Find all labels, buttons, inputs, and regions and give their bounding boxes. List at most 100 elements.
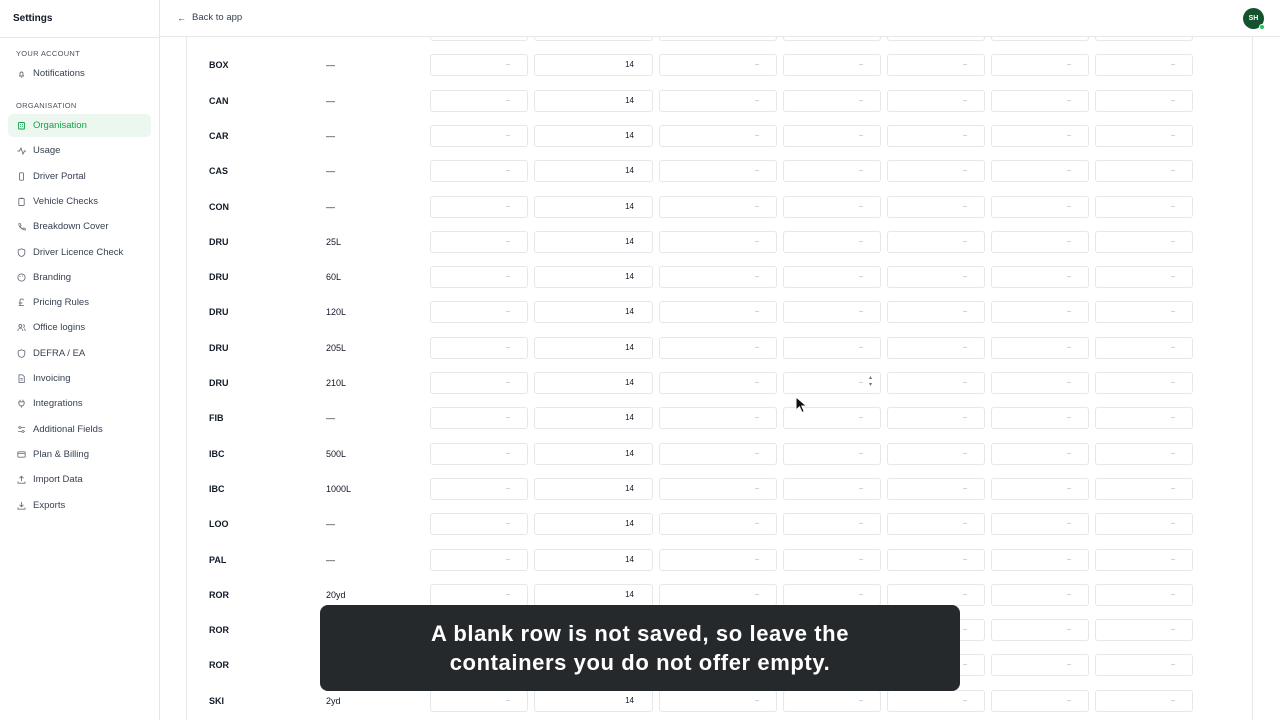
sidebar-item-usage[interactable]: Usage [8,139,151,162]
price-input[interactable]: 14 [534,89,653,112]
price-input-empty[interactable]: – [430,89,528,112]
price-input-empty[interactable]: – [783,442,881,465]
price-input-empty[interactable]: – [783,54,881,77]
sidebar-item-plan-billing[interactable]: Plan & Billing [8,443,151,466]
price-input-empty[interactable]: – [887,548,985,571]
price-input-empty[interactable]: – [1095,689,1193,712]
price-input-empty[interactable]: – [991,89,1089,112]
price-input-empty[interactable]: – [887,160,985,183]
price-input-empty[interactable]: – [659,89,777,112]
price-input-empty[interactable]: – [430,37,528,41]
price-input-empty[interactable]: – [659,336,777,359]
price-input-empty[interactable]: – [887,89,985,112]
price-input-empty[interactable]: – [783,124,881,147]
price-input-empty[interactable]: – [430,301,528,324]
price-input-empty[interactable]: – [659,301,777,324]
price-input-empty[interactable]: – [991,37,1089,41]
price-input-empty[interactable]: – [1095,301,1193,324]
price-input[interactable]: 14 [534,689,653,712]
price-input-empty[interactable]: – [1095,407,1193,430]
price-input-empty[interactable]: – [991,372,1089,394]
price-input-empty[interactable]: – [659,513,777,536]
sidebar-item-exports[interactable]: Exports [8,494,151,517]
price-input-empty[interactable]: – [430,407,528,430]
price-input-empty[interactable]: – [783,195,881,218]
sidebar-item-breakdown-cover[interactable]: Breakdown Cover [8,215,151,238]
price-input-empty[interactable]: – [1095,442,1193,465]
price-input-empty[interactable]: – [430,548,528,571]
price-input[interactable]: 14 [534,407,653,430]
price-input[interactable]: 14 [534,160,653,183]
price-input-empty[interactable]: – [991,513,1089,536]
price-input-empty[interactable]: – [991,301,1089,324]
sidebar-item-additional-fields[interactable]: Additional Fields [8,418,151,441]
price-input-empty[interactable]: – [659,230,777,253]
sidebar-item-integrations[interactable]: Integrations [8,392,151,415]
price-input-empty[interactable]: – [783,548,881,571]
price-input-empty[interactable]: – [783,336,881,359]
price-input[interactable]: 14 [534,37,653,41]
price-input-empty[interactable]: – [659,266,777,289]
price-input-empty[interactable]: – [430,266,528,289]
price-input-empty[interactable]: – [783,160,881,183]
price-input-empty[interactable]: – [887,513,985,536]
price-input-empty[interactable]: – [991,548,1089,571]
price-input[interactable]: 14 [534,442,653,465]
price-input-empty[interactable]: – [1095,89,1193,112]
price-input[interactable]: 14 [534,124,653,147]
price-input-empty[interactable]: – [887,124,985,147]
price-input-empty[interactable]: – [887,195,985,218]
price-input[interactable]: 14 [534,372,653,394]
price-input-empty[interactable]: – [991,336,1089,359]
price-input-empty[interactable]: – [430,160,528,183]
price-input-empty[interactable]: – [783,583,881,606]
price-input-empty[interactable]: – [887,336,985,359]
price-input[interactable]: 14 [534,336,653,359]
price-input-empty[interactable]: – [887,54,985,77]
price-input-empty[interactable]: – [430,477,528,500]
price-input-empty[interactable]: – [1095,230,1193,253]
price-input-empty[interactable]: – [887,689,985,712]
price-input-empty[interactable]: – [991,407,1089,430]
price-input-empty[interactable]: – [430,195,528,218]
price-input-empty[interactable]: – [991,160,1089,183]
price-input-empty[interactable]: – [659,37,777,41]
price-input[interactable]: 14 [534,230,653,253]
price-input-empty[interactable]: – [1095,266,1193,289]
sidebar-item-office-logins[interactable]: Office logins [8,316,151,339]
price-input[interactable]: 14 [534,548,653,571]
price-input-empty[interactable]: – [1095,513,1193,536]
sidebar-item-defra-ea[interactable]: DEFRA / EA [8,342,151,365]
price-input-empty[interactable]: – [659,160,777,183]
price-input-empty[interactable]: – [1095,548,1193,571]
price-input-empty[interactable]: – [783,266,881,289]
price-input[interactable]: 14 [534,195,653,218]
price-input-empty[interactable]: – [887,407,985,430]
price-input-empty[interactable]: – [430,124,528,147]
price-input-empty[interactable]: – [659,583,777,606]
price-input-empty[interactable]: – [1095,54,1193,77]
price-input-empty[interactable]: – [1095,583,1193,606]
price-input-empty[interactable]: – [659,407,777,430]
price-input-empty[interactable]: – [659,372,777,394]
price-input-empty[interactable]: – [783,513,881,536]
price-input-empty[interactable]: – [887,477,985,500]
price-input-empty[interactable]: – [887,583,985,606]
price-input-empty[interactable]: – [430,442,528,465]
price-input-empty[interactable]: – [1095,477,1193,500]
price-input-empty[interactable]: – [1095,37,1193,41]
price-input-empty[interactable]: – [659,54,777,77]
price-input-empty[interactable]: – [659,124,777,147]
price-input-empty[interactable]: – [430,513,528,536]
price-input-empty[interactable]: – [1095,336,1193,359]
price-input-empty[interactable]: – [991,442,1089,465]
price-input-empty[interactable]: – [430,230,528,253]
price-input-empty[interactable]: – [991,124,1089,147]
price-input-empty[interactable]: – [887,266,985,289]
price-input-empty[interactable]: – [1095,619,1193,642]
price-input-empty[interactable]: – [430,689,528,712]
price-input-empty[interactable]: – [1095,160,1193,183]
price-input-empty[interactable]: – [659,548,777,571]
price-input-empty[interactable]: – [783,477,881,500]
price-input-empty[interactable]: – [991,54,1089,77]
